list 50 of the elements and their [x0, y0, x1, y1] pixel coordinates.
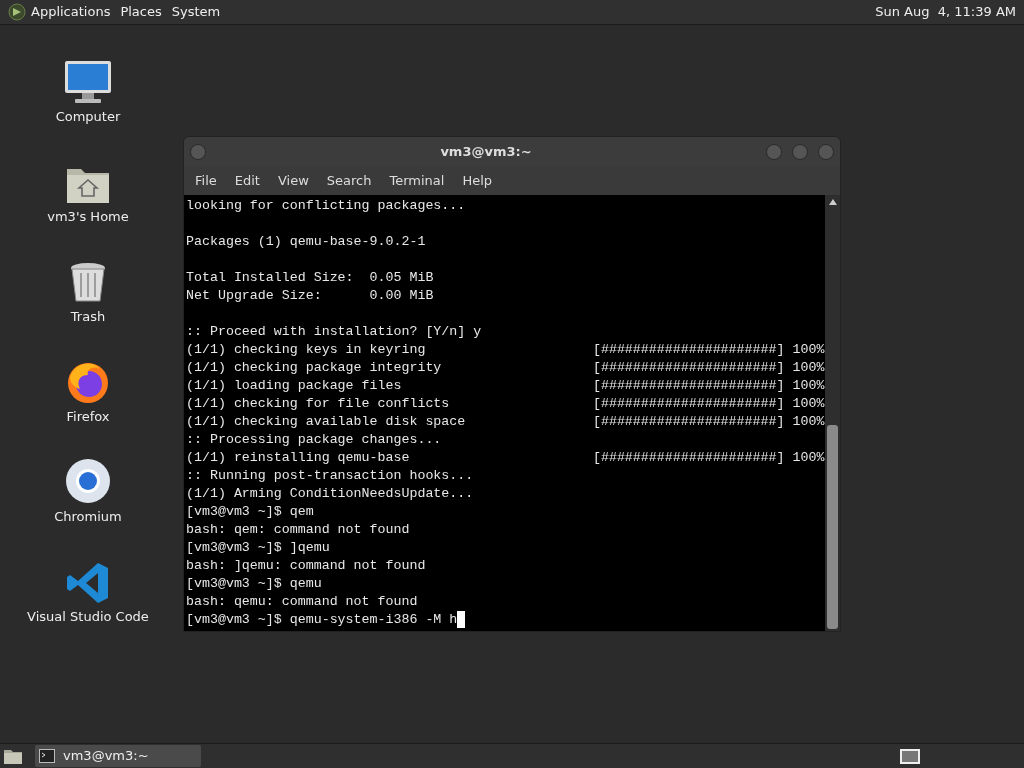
panel-menu[interactable]: System: [167, 2, 225, 22]
terminal-line: (1/1) Arming ConditionNeedsUpdate...: [186, 485, 474, 503]
terminal-line: (1/1) checking for file conflicts [######################] 100%: [186, 395, 825, 413]
text-cursor: [457, 611, 466, 628]
terminal-icon: [39, 749, 55, 763]
scrollbar[interactable]: [825, 195, 840, 631]
terminal-line: Packages (1) qemu-base-9.0.2-1: [186, 233, 426, 251]
terminal-line: [vm3@vm3 ~]$ ]qemu: [186, 539, 330, 557]
panel-menu[interactable]: Places: [116, 2, 166, 22]
terminal-line: bash: qemu: command not found: [186, 593, 418, 611]
monitor-icon: [63, 59, 113, 105]
desktop-icon-label[interactable]: Firefox: [66, 407, 110, 427]
terminal-line: (1/1) checking keys in keyring [######################] 100%: [186, 341, 825, 359]
show-desktop-icon[interactable]: [3, 747, 23, 765]
workspace-switcher[interactable]: [900, 748, 920, 764]
menu-item[interactable]: Search: [317, 171, 381, 191]
menu-item[interactable]: Terminal: [380, 171, 454, 191]
terminal-line: [vm3@vm3 ~]$ qemu-system-i386 -M h: [186, 611, 458, 629]
menu-logo-icon[interactable]: [8, 3, 26, 21]
terminal-line: looking for conflicting packages...: [186, 197, 466, 215]
menu-item[interactable]: Edit: [225, 171, 269, 191]
desktop-icon-label[interactable]: Trash: [70, 307, 106, 327]
window-title: vm3@vm3:~: [439, 143, 533, 162]
panel-menu[interactable]: Applications: [27, 2, 115, 22]
terminal-line: (1/1) loading package files [######################] 100%: [186, 377, 825, 395]
terminal-line: bash: ]qemu: command not found: [186, 557, 426, 575]
terminal-line: :: Running post-transaction hooks...: [186, 467, 474, 485]
chromium-icon: [64, 457, 112, 505]
desktop-icon-label[interactable]: vm3's Home: [47, 207, 129, 227]
terminal-line: Total Installed Size: 0.05 MiB: [186, 269, 434, 287]
menu-item[interactable]: View: [268, 171, 318, 191]
terminal-line: (1/1) checking package integrity [######################] 100%: [186, 359, 825, 377]
terminal-line: :: Processing package changes...: [186, 431, 442, 449]
desktop-icon-label[interactable]: Chromium: [54, 507, 122, 527]
terminal-line: :: Proceed with installation? [Y/n] y: [186, 323, 482, 341]
code-editor-icon: [66, 561, 110, 605]
trash-icon: [68, 261, 108, 305]
terminal-line: bash: qem: command not found: [186, 521, 410, 539]
taskbar-button[interactable]: vm3@vm3:~: [35, 745, 201, 767]
desktop-icon-label[interactable]: Visual Studio Code: [27, 607, 149, 627]
terminal-line: Net Upgrade Size: 0.00 MiB: [186, 287, 434, 305]
menu-item[interactable]: File: [186, 171, 226, 191]
desktop-icon-label[interactable]: Computer: [55, 107, 121, 127]
terminal-line: [vm3@vm3 ~]$ qem: [186, 503, 314, 521]
clock[interactable]: Sun Aug 4, 11:39 AM: [875, 2, 1016, 22]
terminal-line: (1/1) reinstalling qemu-base [######################] 100%: [186, 449, 825, 467]
terminal-line: (1/1) checking available disk space [######################] 100%: [186, 413, 825, 431]
scroll-up-icon[interactable]: [828, 199, 837, 205]
terminal-line: [vm3@vm3 ~]$ qemu: [186, 575, 322, 593]
menu-item[interactable]: Help: [453, 171, 502, 191]
